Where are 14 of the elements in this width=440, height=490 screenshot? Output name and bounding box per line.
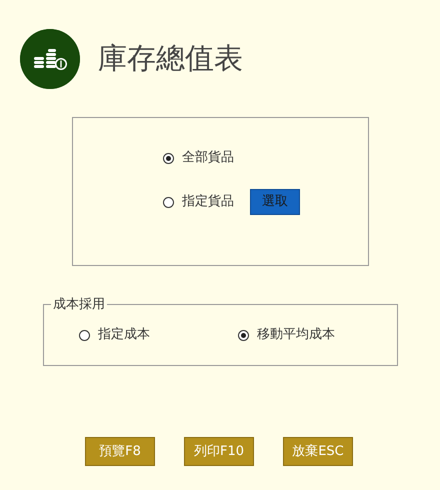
- option-label: 指定貨品: [182, 193, 234, 212]
- radio-button[interactable]: [163, 196, 174, 208]
- radio-button[interactable]: [79, 330, 90, 340]
- option-label: 指定成本: [98, 326, 150, 344]
- action-button[interactable]: 放棄ESC: [283, 437, 353, 466]
- radio-button[interactable]: [163, 152, 174, 164]
- option-label: 全部貨品: [182, 149, 234, 168]
- option-label: 移動平均成本: [257, 326, 335, 344]
- select-button[interactable]: 選取: [250, 189, 300, 215]
- action-button[interactable]: 預覽F8: [85, 437, 155, 466]
- coins-icon: [20, 28, 80, 88]
- page-title: 庫存總值表: [98, 40, 243, 77]
- radio-button[interactable]: [238, 330, 249, 340]
- action-button[interactable]: 列印F10: [184, 437, 254, 466]
